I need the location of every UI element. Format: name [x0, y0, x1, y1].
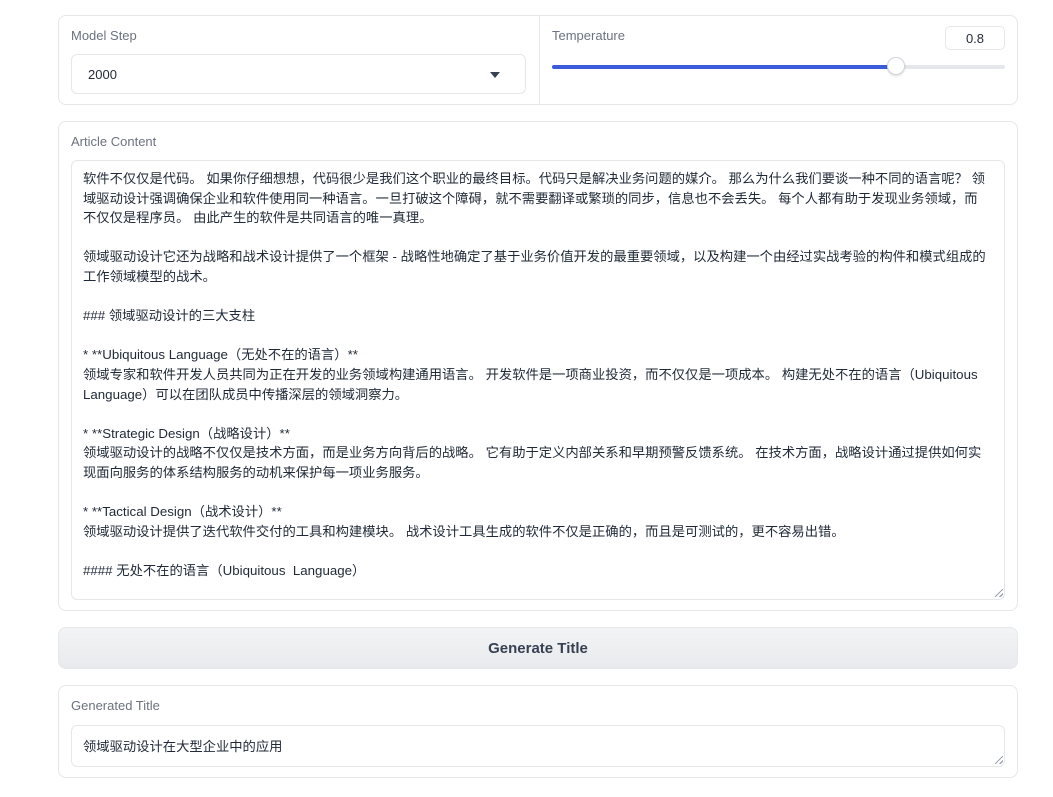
- chevron-down-icon: [490, 72, 500, 78]
- temperature-slider-thumb[interactable]: [887, 57, 906, 75]
- model-step-label: Model Step: [71, 28, 137, 43]
- settings-row: Model Step 2000 Temperature 0.8: [58, 15, 1018, 105]
- generated-title-textarea[interactable]: 领域驱动设计在大型企业中的应用: [71, 725, 1005, 767]
- temperature-label: Temperature: [552, 28, 625, 43]
- temperature-slider[interactable]: [552, 57, 1005, 75]
- generated-title-panel: Generated Title 领域驱动设计在大型企业中的应用: [58, 685, 1018, 778]
- resize-handle-icon[interactable]: [995, 589, 1003, 597]
- model-step-value: 2000: [88, 67, 117, 82]
- resize-handle-icon[interactable]: [995, 756, 1003, 764]
- generated-title-label: Generated Title: [71, 698, 160, 713]
- model-step-block: Model Step 2000: [59, 16, 540, 104]
- model-step-dropdown[interactable]: 2000: [71, 54, 526, 94]
- generate-title-button[interactable]: Generate Title: [58, 627, 1018, 669]
- article-content-label: Article Content: [71, 134, 157, 149]
- article-content-panel: Article Content 软件不仅仅是代码。 如果你仔细想想，代码很少是我…: [58, 121, 1018, 611]
- temperature-block: Temperature 0.8: [540, 16, 1017, 104]
- temperature-number-input[interactable]: 0.8: [945, 26, 1005, 50]
- temperature-slider-fill: [552, 65, 897, 69]
- article-content-textarea[interactable]: 软件不仅仅是代码。 如果你仔细想想，代码很少是我们这个职业的最终目标。代码只是解…: [71, 160, 1005, 600]
